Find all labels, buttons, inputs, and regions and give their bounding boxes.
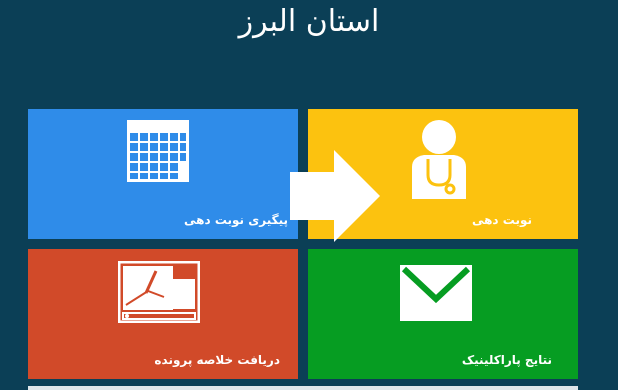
calendar-icon (127, 120, 189, 182)
tile-label-appointment-tracking: پیگیری نوبت دهی (184, 213, 288, 227)
doctor-icon (412, 120, 466, 199)
whiteboard-icon (118, 261, 200, 323)
envelope-icon (400, 265, 472, 321)
page-title: استان البرز (238, 4, 380, 39)
tile-label-appointment: نوبت دهی (471, 213, 532, 227)
tile-appointment-tracking[interactable]: پیگیری نوبت دهی (28, 109, 298, 239)
footer-strip (28, 386, 578, 390)
tile-label-paraclinic-results: نتایج پاراکلینیک (461, 353, 552, 367)
tile-paraclinic-results[interactable]: نتایج پاراکلینیک (308, 249, 578, 379)
arrow-right-icon (290, 150, 380, 242)
tile-file-summary[interactable]: دریافت خلاصه پرونده (28, 249, 298, 379)
tile-label-file-summary: دریافت خلاصه پرونده (154, 353, 280, 367)
